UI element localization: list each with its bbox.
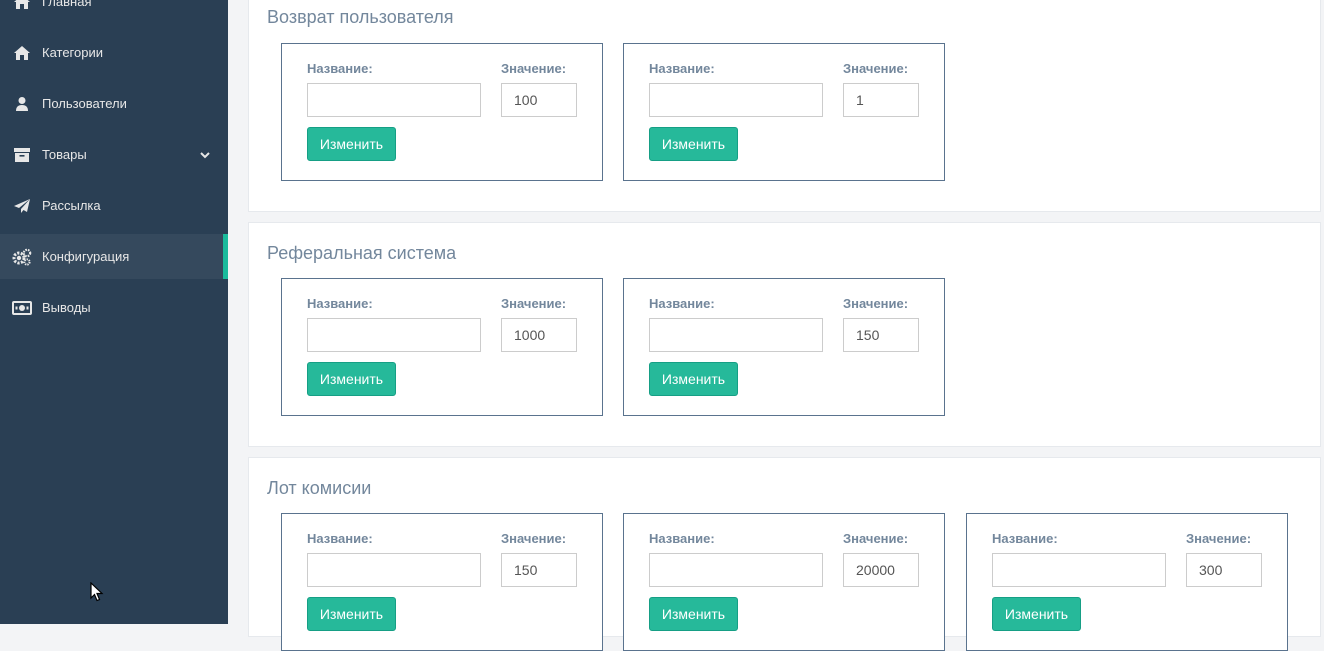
sidebar-item-withdrawals[interactable]: Выводы — [0, 285, 228, 330]
mouse-cursor-icon — [90, 582, 104, 602]
name-input[interactable] — [307, 553, 481, 587]
value-input[interactable] — [501, 553, 577, 587]
name-label: Название: — [649, 531, 715, 546]
sidebar: Главная Категории Пользователи Товары Ра… — [0, 0, 228, 624]
section-title: Возврат пользователя — [267, 7, 454, 27]
config-card: Название: Значение: Изменить — [281, 278, 603, 416]
change-button[interactable]: Изменить — [307, 127, 396, 161]
value-input[interactable] — [843, 553, 919, 587]
config-card: Название: Значение: Изменить — [281, 43, 603, 181]
change-button[interactable]: Изменить — [307, 597, 396, 631]
value-input[interactable] — [1186, 553, 1262, 587]
user-icon — [12, 94, 32, 114]
name-label: Название: — [992, 531, 1058, 546]
paper-plane-icon — [12, 196, 32, 216]
home-icon — [12, 0, 32, 12]
config-card: Название: Значение: Изменить — [966, 513, 1288, 651]
sidebar-item-configuration[interactable]: Конфигурация — [0, 234, 228, 279]
sidebar-item-label: Категории — [42, 45, 103, 60]
value-input[interactable] — [843, 318, 919, 352]
value-label: Значение: — [501, 61, 567, 76]
section-referral-system: Реферальная система Название: Значение: … — [248, 222, 1321, 447]
sidebar-item-users[interactable]: Пользователи — [0, 81, 228, 126]
name-label: Название: — [307, 296, 373, 311]
section-title: Лот комисии — [267, 478, 372, 498]
name-label: Название: — [307, 61, 373, 76]
money-icon — [12, 298, 32, 318]
config-card: Название: Значение: Изменить — [623, 278, 945, 416]
value-label: Значение: — [501, 531, 567, 546]
name-input[interactable] — [307, 318, 481, 352]
config-card: Название: Значение: Изменить — [623, 43, 945, 181]
value-input[interactable] — [501, 83, 577, 117]
name-input[interactable] — [649, 553, 823, 587]
sidebar-item-home[interactable]: Главная — [0, 0, 228, 24]
change-button[interactable]: Изменить — [649, 127, 738, 161]
value-label: Значение: — [843, 531, 909, 546]
sidebar-item-label: Товары — [42, 147, 87, 162]
sidebar-item-label: Рассылка — [42, 198, 101, 213]
config-card: Название: Значение: Изменить — [281, 513, 603, 651]
value-label: Значение: — [843, 61, 909, 76]
value-input[interactable] — [843, 83, 919, 117]
name-input[interactable] — [307, 83, 481, 117]
name-input[interactable] — [649, 318, 823, 352]
change-button[interactable]: Изменить — [307, 362, 396, 396]
section-user-return: Возврат пользователя Название: Значение:… — [248, 0, 1321, 212]
name-label: Название: — [649, 296, 715, 311]
home-icon — [12, 43, 32, 63]
sidebar-item-label: Выводы — [42, 300, 91, 315]
change-button[interactable]: Изменить — [992, 597, 1081, 631]
value-label: Значение: — [1186, 531, 1252, 546]
sidebar-item-label: Главная — [42, 0, 92, 9]
name-input[interactable] — [649, 83, 823, 117]
sidebar-item-products[interactable]: Товары — [0, 132, 228, 177]
section-title: Реферальная система — [267, 243, 457, 263]
value-label: Значение: — [843, 296, 909, 311]
name-label: Название: — [307, 531, 373, 546]
value-input[interactable] — [501, 318, 577, 352]
sidebar-item-label: Конфигурация — [42, 249, 130, 264]
value-label: Значение: — [501, 296, 567, 311]
cogs-icon — [12, 247, 32, 267]
change-button[interactable]: Изменить — [649, 597, 738, 631]
name-input[interactable] — [992, 553, 1166, 587]
archive-icon — [12, 145, 32, 165]
sidebar-item-mailing[interactable]: Рассылка — [0, 183, 228, 228]
chevron-down-icon — [200, 147, 210, 162]
name-label: Название: — [649, 61, 715, 76]
section-lot-commission: Лот комисии Название: Значение: Изменить… — [248, 457, 1321, 651]
sidebar-item-categories[interactable]: Категории — [0, 30, 228, 75]
sidebar-item-label: Пользователи — [42, 96, 127, 111]
config-card: Название: Значение: Изменить — [623, 513, 945, 651]
change-button[interactable]: Изменить — [649, 362, 738, 396]
